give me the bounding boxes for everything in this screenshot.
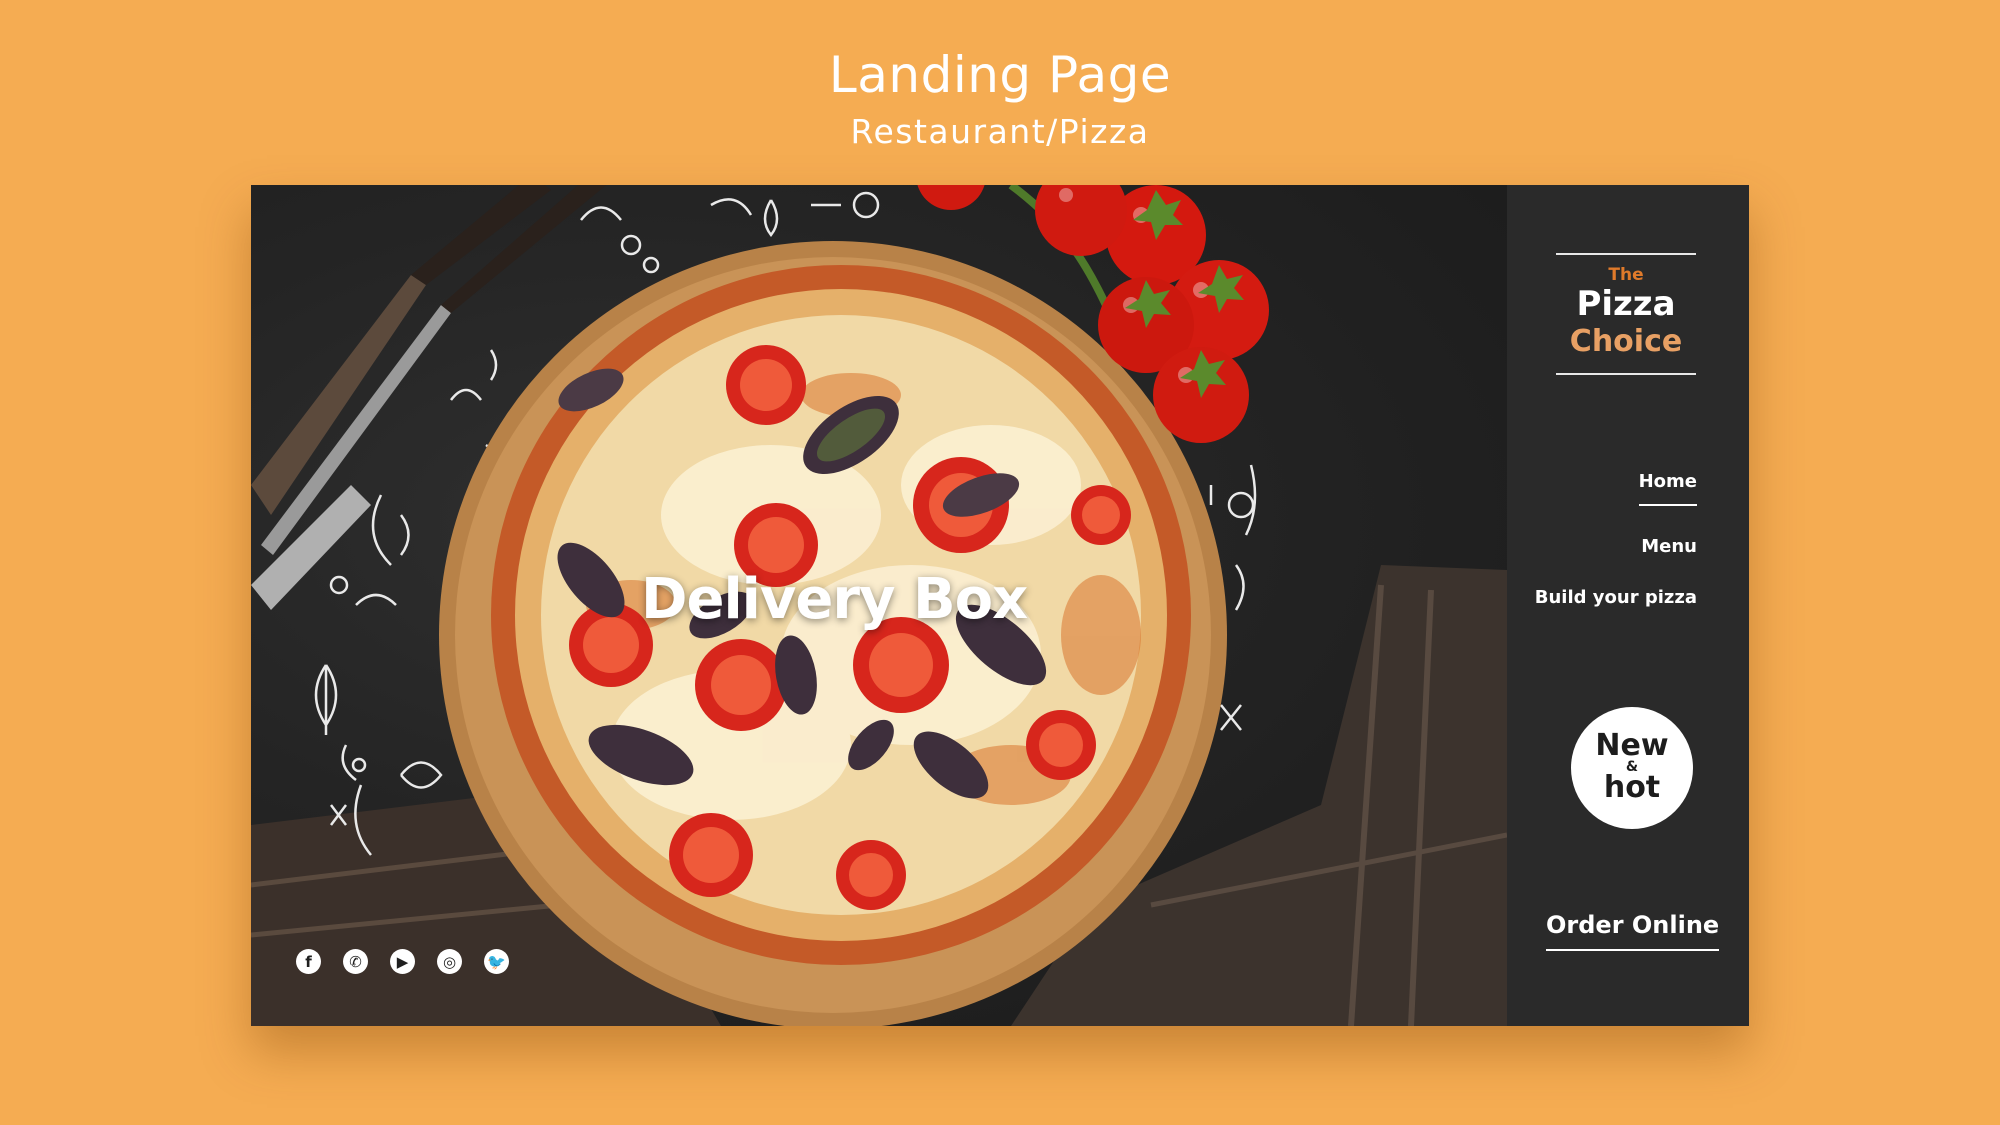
page-subtitle: Restaurant/Pizza (850, 112, 1150, 151)
logo-the: The (1608, 265, 1644, 285)
facebook-icon[interactable]: f (296, 949, 321, 974)
page-title: Landing Page (828, 46, 1172, 104)
nav-home[interactable]: Home (1638, 471, 1697, 506)
whatsapp-icon[interactable]: ✆ (343, 949, 368, 974)
nav-menu[interactable]: Menu (1535, 536, 1697, 557)
hero-headline: Delivery Box (641, 567, 1028, 632)
twitter-icon[interactable]: 🐦 (484, 949, 509, 974)
landing-mockup: Delivery Box f ✆ ▶ ◎ 🐦 The Pizza Choice … (251, 185, 1749, 1026)
logo-choice: Choice (1569, 324, 1683, 359)
badge-hot: hot (1603, 770, 1661, 805)
order-online-button[interactable]: Order Online (1546, 911, 1720, 951)
brand-logo[interactable]: The Pizza Choice (1556, 253, 1696, 375)
social-links: f ✆ ▶ ◎ 🐦 (296, 949, 509, 974)
instagram-icon[interactable]: ◎ (437, 949, 462, 974)
main-nav: Home Menu Build your pizza (1535, 471, 1697, 608)
sidebar: The Pizza Choice Home Menu Build your pi… (1507, 185, 1749, 1026)
youtube-icon[interactable]: ▶ (390, 949, 415, 974)
logo-top-rule (1556, 253, 1696, 255)
new-and-hot-badge[interactable]: New & hot (1571, 707, 1693, 829)
logo-bottom-rule (1556, 373, 1696, 375)
badge-new: New (1595, 728, 1669, 763)
hero-section: Delivery Box f ✆ ▶ ◎ 🐦 (251, 185, 1507, 1026)
logo-pizza: Pizza (1576, 284, 1676, 324)
nav-build-your-pizza[interactable]: Build your pizza (1535, 587, 1697, 608)
